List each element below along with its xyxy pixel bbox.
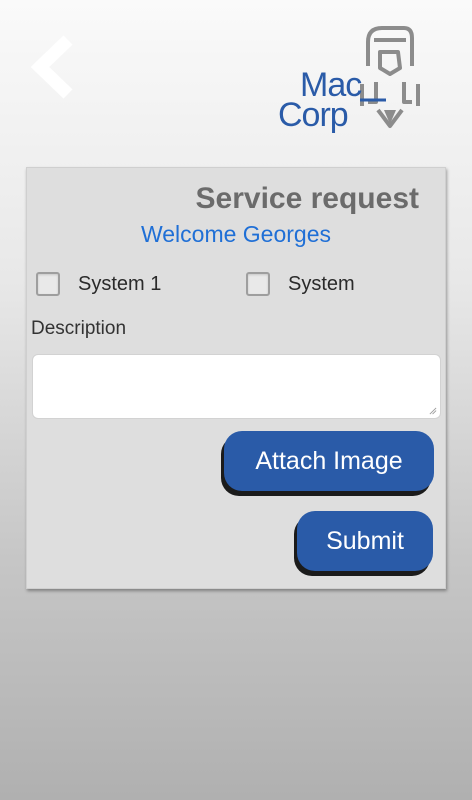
- checkbox-label: System: [288, 272, 355, 295]
- description-field[interactable]: [32, 354, 441, 419]
- back-button[interactable]: [28, 34, 88, 100]
- submit-button[interactable]: Submit: [297, 511, 433, 571]
- resize-grip-icon[interactable]: [429, 407, 437, 415]
- welcome-message: Welcome Georges: [140, 221, 332, 247]
- system-1-checkbox[interactable]: System 1: [36, 272, 161, 296]
- system-checkbox[interactable]: System: [246, 272, 355, 296]
- maccorp-emblem: Mac Corp: [278, 26, 420, 134]
- checkbox-box[interactable]: [246, 272, 270, 296]
- checkbox-label: System 1: [78, 272, 162, 295]
- chevron-left-icon: [30, 35, 73, 99]
- attach-image-button[interactable]: Attach Image: [224, 431, 434, 491]
- maccorp-logo: Mac Corp: [276, 22, 440, 140]
- logo-line2: Corp: [278, 96, 348, 134]
- service-request-card: Service request Welcome Georges System 1…: [26, 167, 446, 589]
- form-title: Service request: [195, 182, 419, 215]
- checkbox-box[interactable]: [36, 272, 60, 296]
- description-label: Description: [31, 318, 127, 339]
- service-request-screen: { "header": { "back_icon": "chevron-left…: [0, 0, 472, 800]
